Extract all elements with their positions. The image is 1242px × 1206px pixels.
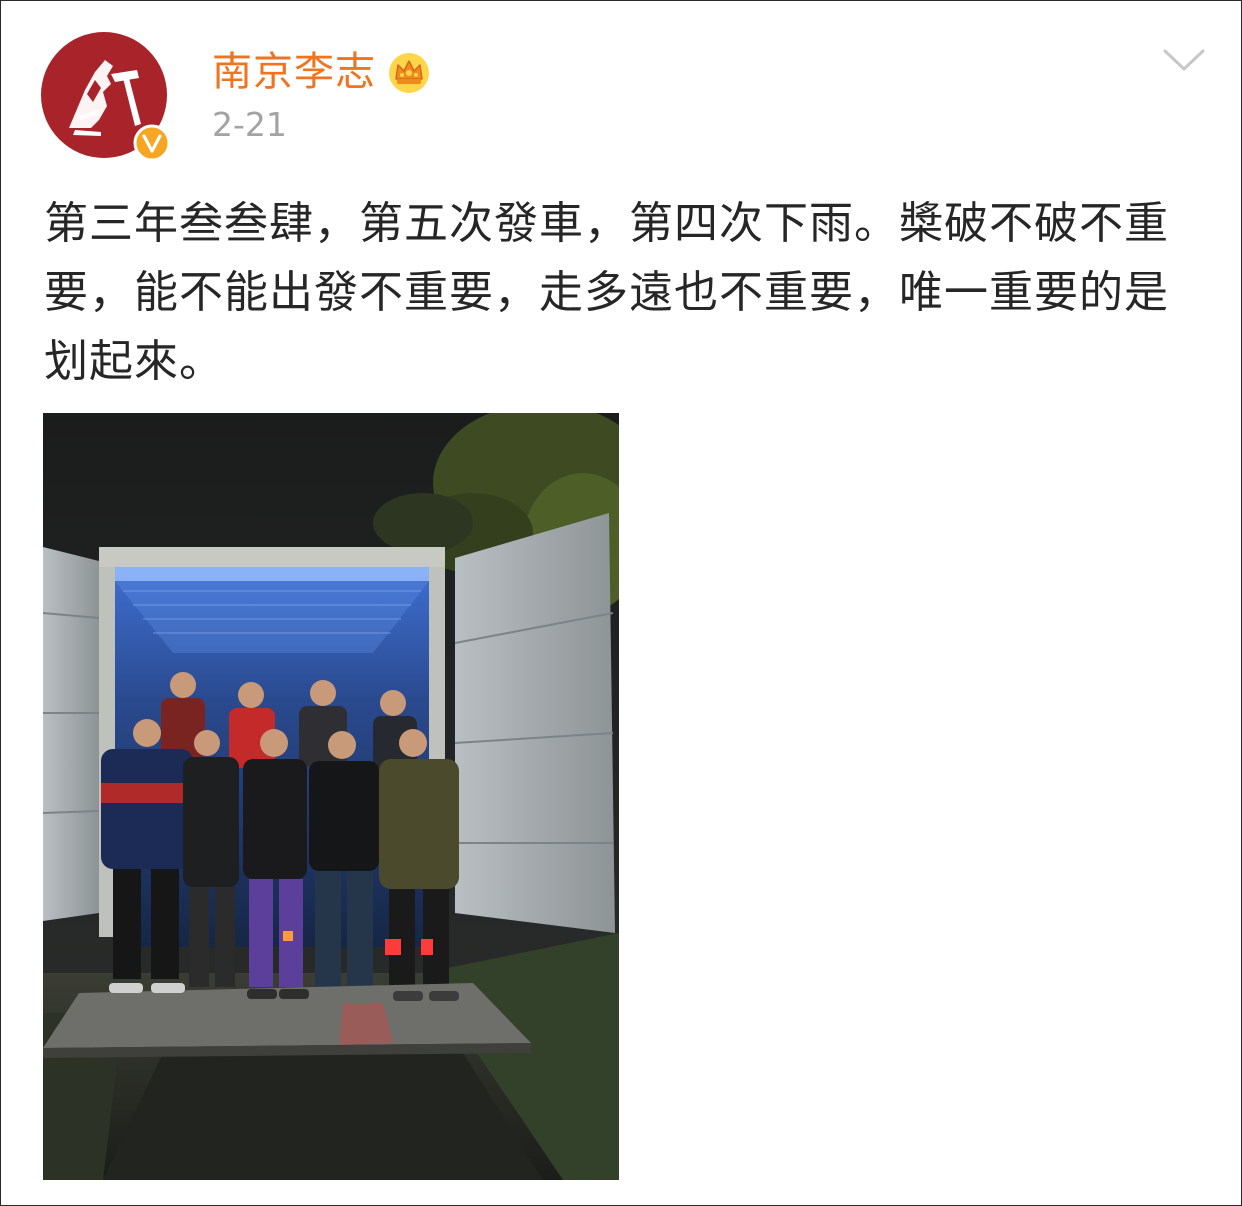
crown-membership-icon[interactable] (386, 49, 432, 95)
post-photo[interactable] (43, 413, 619, 1180)
chevron-down-icon[interactable] (1161, 45, 1207, 75)
avatar[interactable] (41, 32, 171, 162)
username-row: 南京李志 (212, 45, 432, 99)
verified-v-badge-icon (133, 124, 171, 162)
weibo-post-card: 南京李志 2-21 第三年叁叁肆，第五次發車，第四次下雨。槳破不破不重要，能不能… (0, 0, 1242, 1206)
post-date[interactable]: 2-21 (212, 108, 287, 141)
post-text: 第三年叁叁肆，第五次發車，第四次下雨。槳破不破不重要，能不能出發不重要，走多遠也… (44, 198, 1169, 387)
username[interactable]: 南京李志 (212, 52, 376, 92)
